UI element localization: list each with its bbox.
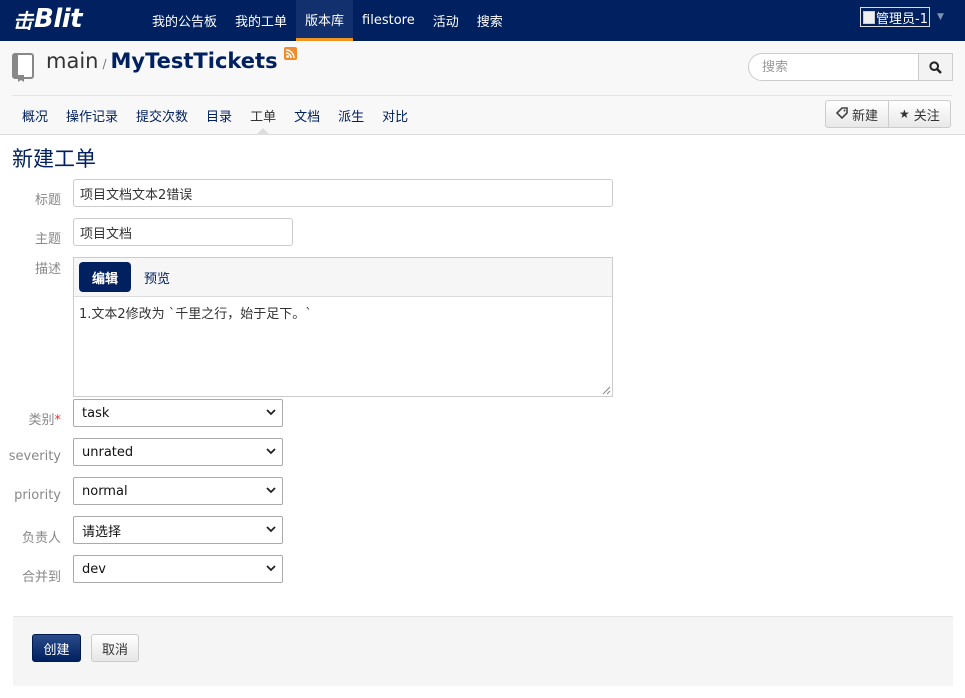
tab-summary[interactable]: 概况	[13, 97, 57, 133]
repository-icon	[12, 53, 34, 82]
header-divider	[12, 95, 952, 96]
tab-compare[interactable]: 对比	[373, 97, 417, 133]
page-title: 新建工单	[12, 147, 96, 171]
severity-select[interactable]: unrated	[73, 438, 283, 466]
description-editor: 编辑 预览 1.文本2修改为 `千里之行，始于足下。`	[73, 257, 613, 397]
type-label: 类别*	[1, 409, 61, 428]
tab-preview[interactable]: 预览	[131, 262, 183, 292]
chevron-down-icon	[266, 526, 276, 533]
merge-to-label: 合并到	[21, 570, 61, 585]
new-ticket-button[interactable]: 新建	[825, 100, 890, 128]
path-separator: /	[102, 57, 107, 71]
repository-actions: 新建 ★ 关注	[825, 100, 951, 128]
required-mark: *	[54, 413, 62, 428]
responsible-select[interactable]: 请选择	[73, 516, 283, 544]
user-label: 管理员-1	[876, 11, 928, 27]
search-icon	[929, 60, 942, 74]
responsible-select-value: 请选择	[82, 524, 122, 540]
user-menu[interactable]: 管理员-1 ▼	[860, 7, 944, 27]
create-button[interactable]: 创建	[32, 634, 81, 662]
tab-edit[interactable]: 编辑	[79, 262, 132, 292]
tab-reflog[interactable]: 操作记录	[57, 97, 127, 133]
nav-item-dashboard[interactable]: 我的公告板	[143, 0, 226, 41]
nav-item-repositories[interactable]: 版本库	[296, 0, 354, 41]
nav-item-activity[interactable]: 活动	[424, 0, 468, 41]
nav-item-search[interactable]: 搜索	[468, 0, 512, 41]
caret-down-icon[interactable]: ▼	[937, 12, 944, 22]
tab-docs[interactable]: 文档	[285, 97, 329, 133]
watch-label: 关注	[913, 108, 940, 124]
type-label-text: 类别	[28, 413, 55, 428]
merge-to-select-value: dev	[82, 561, 106, 577]
description-textarea[interactable]: 1.文本2修改为 `千里之行，始于足下。`	[74, 297, 612, 396]
priority-label: priority	[14, 488, 61, 503]
project-link[interactable]: main	[46, 49, 98, 73]
description-label: 描述	[34, 262, 61, 277]
chevron-down-icon	[266, 409, 276, 416]
tab-tickets[interactable]: 工单	[241, 97, 285, 135]
form-actions: 创建 取消	[13, 616, 953, 686]
repository-name-link[interactable]: MyTestTickets	[111, 49, 278, 73]
repository-title: main / MyTestTickets	[46, 47, 297, 73]
star-icon: ★	[899, 107, 910, 121]
search-button[interactable]	[918, 53, 953, 81]
severity-select-value: unrated	[82, 444, 134, 460]
cancel-button[interactable]: 取消	[91, 634, 139, 662]
tab-forks[interactable]: 派生	[329, 97, 373, 133]
chevron-down-icon	[266, 565, 276, 572]
logo-word: Blit	[34, 4, 83, 34]
search-input[interactable]	[749, 54, 919, 80]
title-input[interactable]: 项目文档文本2错误	[73, 179, 613, 207]
title-label: 标题	[34, 193, 61, 208]
tag-icon	[835, 106, 848, 122]
nav-item-my-tickets[interactable]: 我的工单	[226, 0, 296, 41]
top-navbar: 击 Blit 我的公告板 我的工单 版本库 filestore 活动 搜索 管理…	[0, 0, 965, 41]
repository-subnav: 概况 操作记录 提交次数 目录 工单 文档 派生 对比	[13, 97, 417, 135]
priority-select[interactable]: normal	[73, 477, 283, 505]
broken-image-icon	[863, 10, 875, 24]
repository-search	[748, 53, 953, 81]
description-tabs: 编辑 预览	[74, 258, 612, 297]
logo-glyph: 击	[13, 8, 33, 33]
chevron-down-icon	[266, 487, 276, 494]
watch-button[interactable]: ★ 关注	[889, 100, 951, 128]
merge-to-select[interactable]: dev	[73, 555, 283, 583]
priority-select-value: normal	[82, 483, 128, 499]
main-nav: 我的公告板 我的工单 版本库 filestore 活动 搜索	[143, 0, 512, 41]
topic-label: 主题	[34, 232, 61, 247]
new-ticket-label: 新建	[852, 108, 879, 124]
user-avatar[interactable]: 管理员-1	[860, 7, 930, 27]
rss-feed-icon[interactable]	[283, 47, 297, 60]
severity-label: severity	[8, 449, 61, 464]
responsible-label: 负责人	[21, 531, 61, 546]
chevron-down-icon	[266, 448, 276, 455]
gitblit-logo[interactable]: 击 Blit	[13, 3, 83, 35]
repository-header: main / MyTestTickets 概况 操作记录 提交次数 目录 工单 …	[0, 41, 965, 135]
resize-handle-icon[interactable]	[602, 386, 611, 395]
type-select[interactable]: task	[73, 399, 283, 427]
tab-commits[interactable]: 提交次数	[127, 97, 197, 133]
tab-tree[interactable]: 目录	[197, 97, 241, 133]
nav-item-filestore[interactable]: filestore	[353, 0, 424, 41]
topic-input[interactable]: 项目文档	[73, 218, 293, 246]
type-select-value: task	[82, 405, 110, 421]
